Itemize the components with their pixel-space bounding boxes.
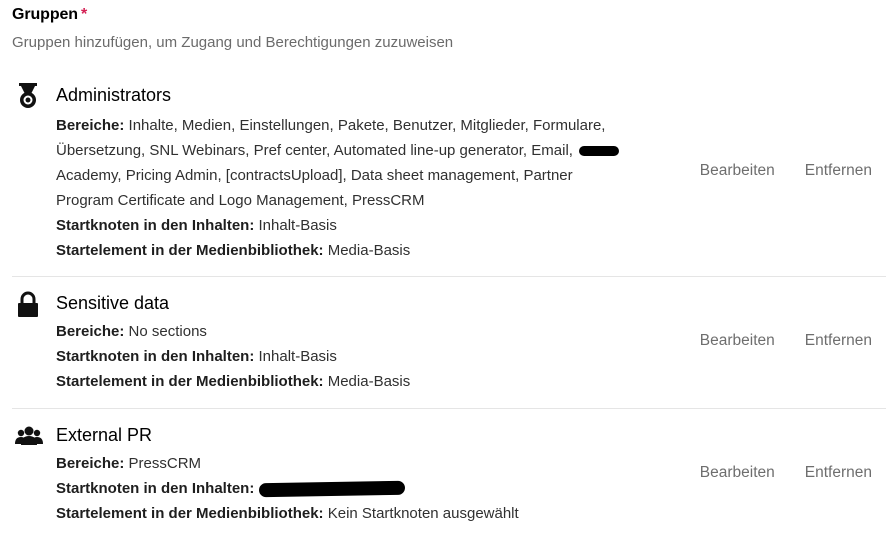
groups-header: Gruppen * Gruppen hinzufügen, um Zugang u… <box>12 6 453 51</box>
sections-value-line-1: Inhalte, Medien, Einstellungen, Pakete, … <box>128 117 606 134</box>
media-start-value: Media-Basis <box>327 373 411 390</box>
required-mark: * <box>80 6 88 23</box>
content-start-value: Inhalt-Basis <box>258 348 337 365</box>
group-item-external-pr: External PR Bereiche: PressCRM Startknot… <box>12 409 886 534</box>
group-name: Sensitive data <box>56 293 170 313</box>
group-actions: Bearbeiten Entfernen <box>700 332 872 350</box>
group-item-administrators: Administrators Bereiche: Inhalte, Medien… <box>12 76 886 277</box>
content-start-label: Startknoten in den Inhalten: <box>56 348 255 365</box>
media-start-label: Startelement in der Medienbibliothek: <box>56 505 324 522</box>
group-content-start: Startknoten in den Inhalten: Inhalt-Basi… <box>56 213 656 238</box>
group-name: Administrators <box>56 85 172 105</box>
group-actions: Bearbeiten Entfernen <box>700 162 872 180</box>
group-item-sensitive-data: Sensitive data Bereiche: No sections Sta… <box>12 277 886 409</box>
sections-value: PressCRM <box>128 455 202 472</box>
media-start-value: Media-Basis <box>327 242 411 259</box>
group-sections: Bereiche: No sections <box>56 319 656 344</box>
group-sections: Bereiche: PressCRM <box>56 451 656 476</box>
group-content-start: Startknoten in den Inhalten: <box>56 476 656 501</box>
group-sections: Bereiche: Inhalte, Medien, Einstellungen… <box>56 113 656 213</box>
sections-value: No sections <box>128 323 207 340</box>
group-details: External PR Bereiche: PressCRM Startknot… <box>56 423 656 526</box>
redaction-mark <box>258 480 405 498</box>
group-name: External PR <box>56 425 153 445</box>
groups-panel: Gruppen * Gruppen hinzufügen, um Zugang u… <box>0 0 894 534</box>
sections-value-line-2: Übersetzung, SNL Webinars, Pref center, … <box>56 142 573 159</box>
group-content-start: Startknoten in den Inhalten: Inhalt-Basi… <box>56 344 656 369</box>
remove-button[interactable]: Entfernen <box>805 332 872 350</box>
remove-button[interactable]: Entfernen <box>805 162 872 180</box>
sections-value-line-3: Academy, Pricing Admin, [contractsUpload… <box>56 167 573 184</box>
sections-label: Bereiche: <box>56 323 125 340</box>
media-start-value: Kein Startknoten ausgewählt <box>327 505 519 522</box>
redaction-mark <box>579 146 620 157</box>
sections-label: Bereiche: <box>56 455 125 472</box>
media-start-label: Startelement in der Medienbibliothek: <box>56 373 324 390</box>
remove-button[interactable]: Entfernen <box>805 464 872 482</box>
users-icon <box>15 425 43 451</box>
groups-description: Gruppen hinzufügen, um Zugang und Berech… <box>12 34 454 51</box>
groups-title: Gruppen * <box>12 6 453 24</box>
edit-button[interactable]: Bearbeiten <box>700 332 775 350</box>
edit-button[interactable]: Bearbeiten <box>700 162 775 180</box>
group-media-start: Startelement in der Medienbibliothek: Me… <box>56 369 656 394</box>
group-details: Sensitive data Bereiche: No sections Sta… <box>56 291 656 394</box>
group-actions: Bearbeiten Entfernen <box>700 464 872 482</box>
content-start-label: Startknoten in den Inhalten: <box>56 480 255 497</box>
content-start-value: Inhalt-Basis <box>258 217 337 234</box>
groups-title-text: Gruppen <box>12 6 78 23</box>
group-details: Administrators Bereiche: Inhalte, Medien… <box>56 83 656 263</box>
group-media-start: Startelement in der Medienbibliothek: Me… <box>56 238 656 263</box>
group-media-start: Startelement in der Medienbibliothek: Ke… <box>56 501 656 526</box>
media-start-label: Startelement in der Medienbibliothek: <box>56 242 324 259</box>
medal-icon <box>15 82 41 108</box>
sections-value-line-4: Program Certificate and Logo Management,… <box>56 192 425 209</box>
edit-button[interactable]: Bearbeiten <box>700 464 775 482</box>
sections-label: Bereiche: <box>56 117 125 134</box>
lock-icon <box>15 291 41 317</box>
content-start-label: Startknoten in den Inhalten: <box>56 217 255 234</box>
